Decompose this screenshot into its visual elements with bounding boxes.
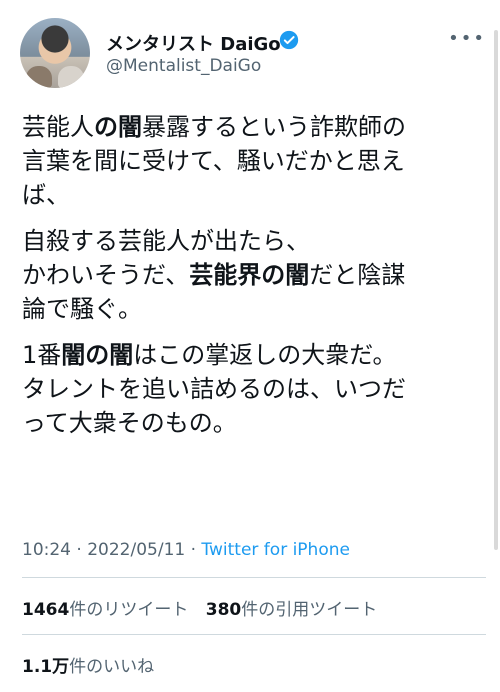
text-span: ば、 (22, 181, 70, 209)
retweets-label: 件のリツイート (69, 600, 189, 620)
tweet-meta: 10:24 · 2022/05/11 · Twitter for iPhone (22, 540, 350, 560)
retweets-link[interactable]: 1464件のリツイート (22, 600, 200, 620)
user-handle[interactable]: @Mentalist_DaiGo (106, 56, 261, 76)
quotes-label: 件の引用ツイート (241, 600, 378, 620)
text-span: かわいそうだ、 (22, 261, 190, 289)
bold-text-span: 闇の闇 (61, 341, 134, 369)
text-span: だと陰謀 (309, 261, 406, 289)
bold-text-span: の闇 (94, 113, 142, 141)
text-span: はこの掌返しの大衆だ。 (133, 341, 397, 369)
display-name[interactable]: メンタリスト DaiGo (106, 30, 281, 56)
separator: · (185, 540, 202, 560)
tweet-header: メンタリスト DaiGo @Mentalist_DaiGo ••• (16, 14, 486, 90)
text-span: 論で騒ぐ。 (22, 295, 142, 323)
text-span: って大衆そのもの。 (22, 409, 237, 437)
tweet-source-link[interactable]: Twitter for iPhone (201, 540, 350, 560)
separator: · (71, 540, 88, 560)
engagement-stats: 1464件のリツイート 380件の引用ツイート (22, 595, 389, 620)
avatar[interactable] (20, 18, 90, 88)
tweet-paragraph-1: 芸能人の闇暴露するという詐欺師の 言葉を間に受けて、騒いだかと思え ば、 (22, 110, 482, 212)
text-span: 1番 (22, 341, 62, 369)
likes-label: 件のいいね (69, 657, 155, 677)
tweet-time[interactable]: 10:24 (22, 540, 71, 560)
quotes-count: 380 (205, 600, 242, 620)
divider (22, 634, 486, 635)
verified-badge-icon (279, 30, 299, 50)
tweet-text: 芸能人の闇暴露するという詐欺師の 言葉を間に受けて、騒いだかと思え ば、 自殺す… (22, 110, 482, 452)
more-horizontal-icon[interactable]: ••• (448, 28, 486, 49)
bold-text-span: 芸能界の闇 (189, 261, 310, 289)
tweet-paragraph-3: 1番闇の闇はこの掌返しの大衆だ。 タレントを追い詰めるのは、いつだ って大衆その… (22, 338, 482, 440)
divider (22, 577, 486, 578)
retweets-count: 1464 (22, 600, 70, 620)
likes-count: 1.1万 (22, 657, 70, 677)
quotes-link[interactable]: 380件の引用ツイート (206, 600, 390, 620)
text-span: 自殺する芸能人が出たら、 (22, 227, 310, 255)
tweet-date[interactable]: 2022/05/11 (87, 540, 185, 560)
cat-right (58, 66, 84, 88)
scrollbar[interactable] (494, 30, 498, 550)
likes-stats[interactable]: 1.1万件のいいね (22, 652, 166, 677)
cat-left (26, 66, 52, 88)
tweet-paragraph-2: 自殺する芸能人が出たら、 かわいそうだ、芸能界の闇だと陰謀 論で騒ぐ。 (22, 224, 482, 326)
text-span: 暴露するという詐欺師の (142, 113, 406, 141)
text-span: タレントを追い詰めるのは、いつだ (22, 375, 406, 403)
text-span: 言葉を間に受けて、騒いだかと思え (22, 147, 405, 175)
text-span: 芸能人 (22, 113, 94, 141)
